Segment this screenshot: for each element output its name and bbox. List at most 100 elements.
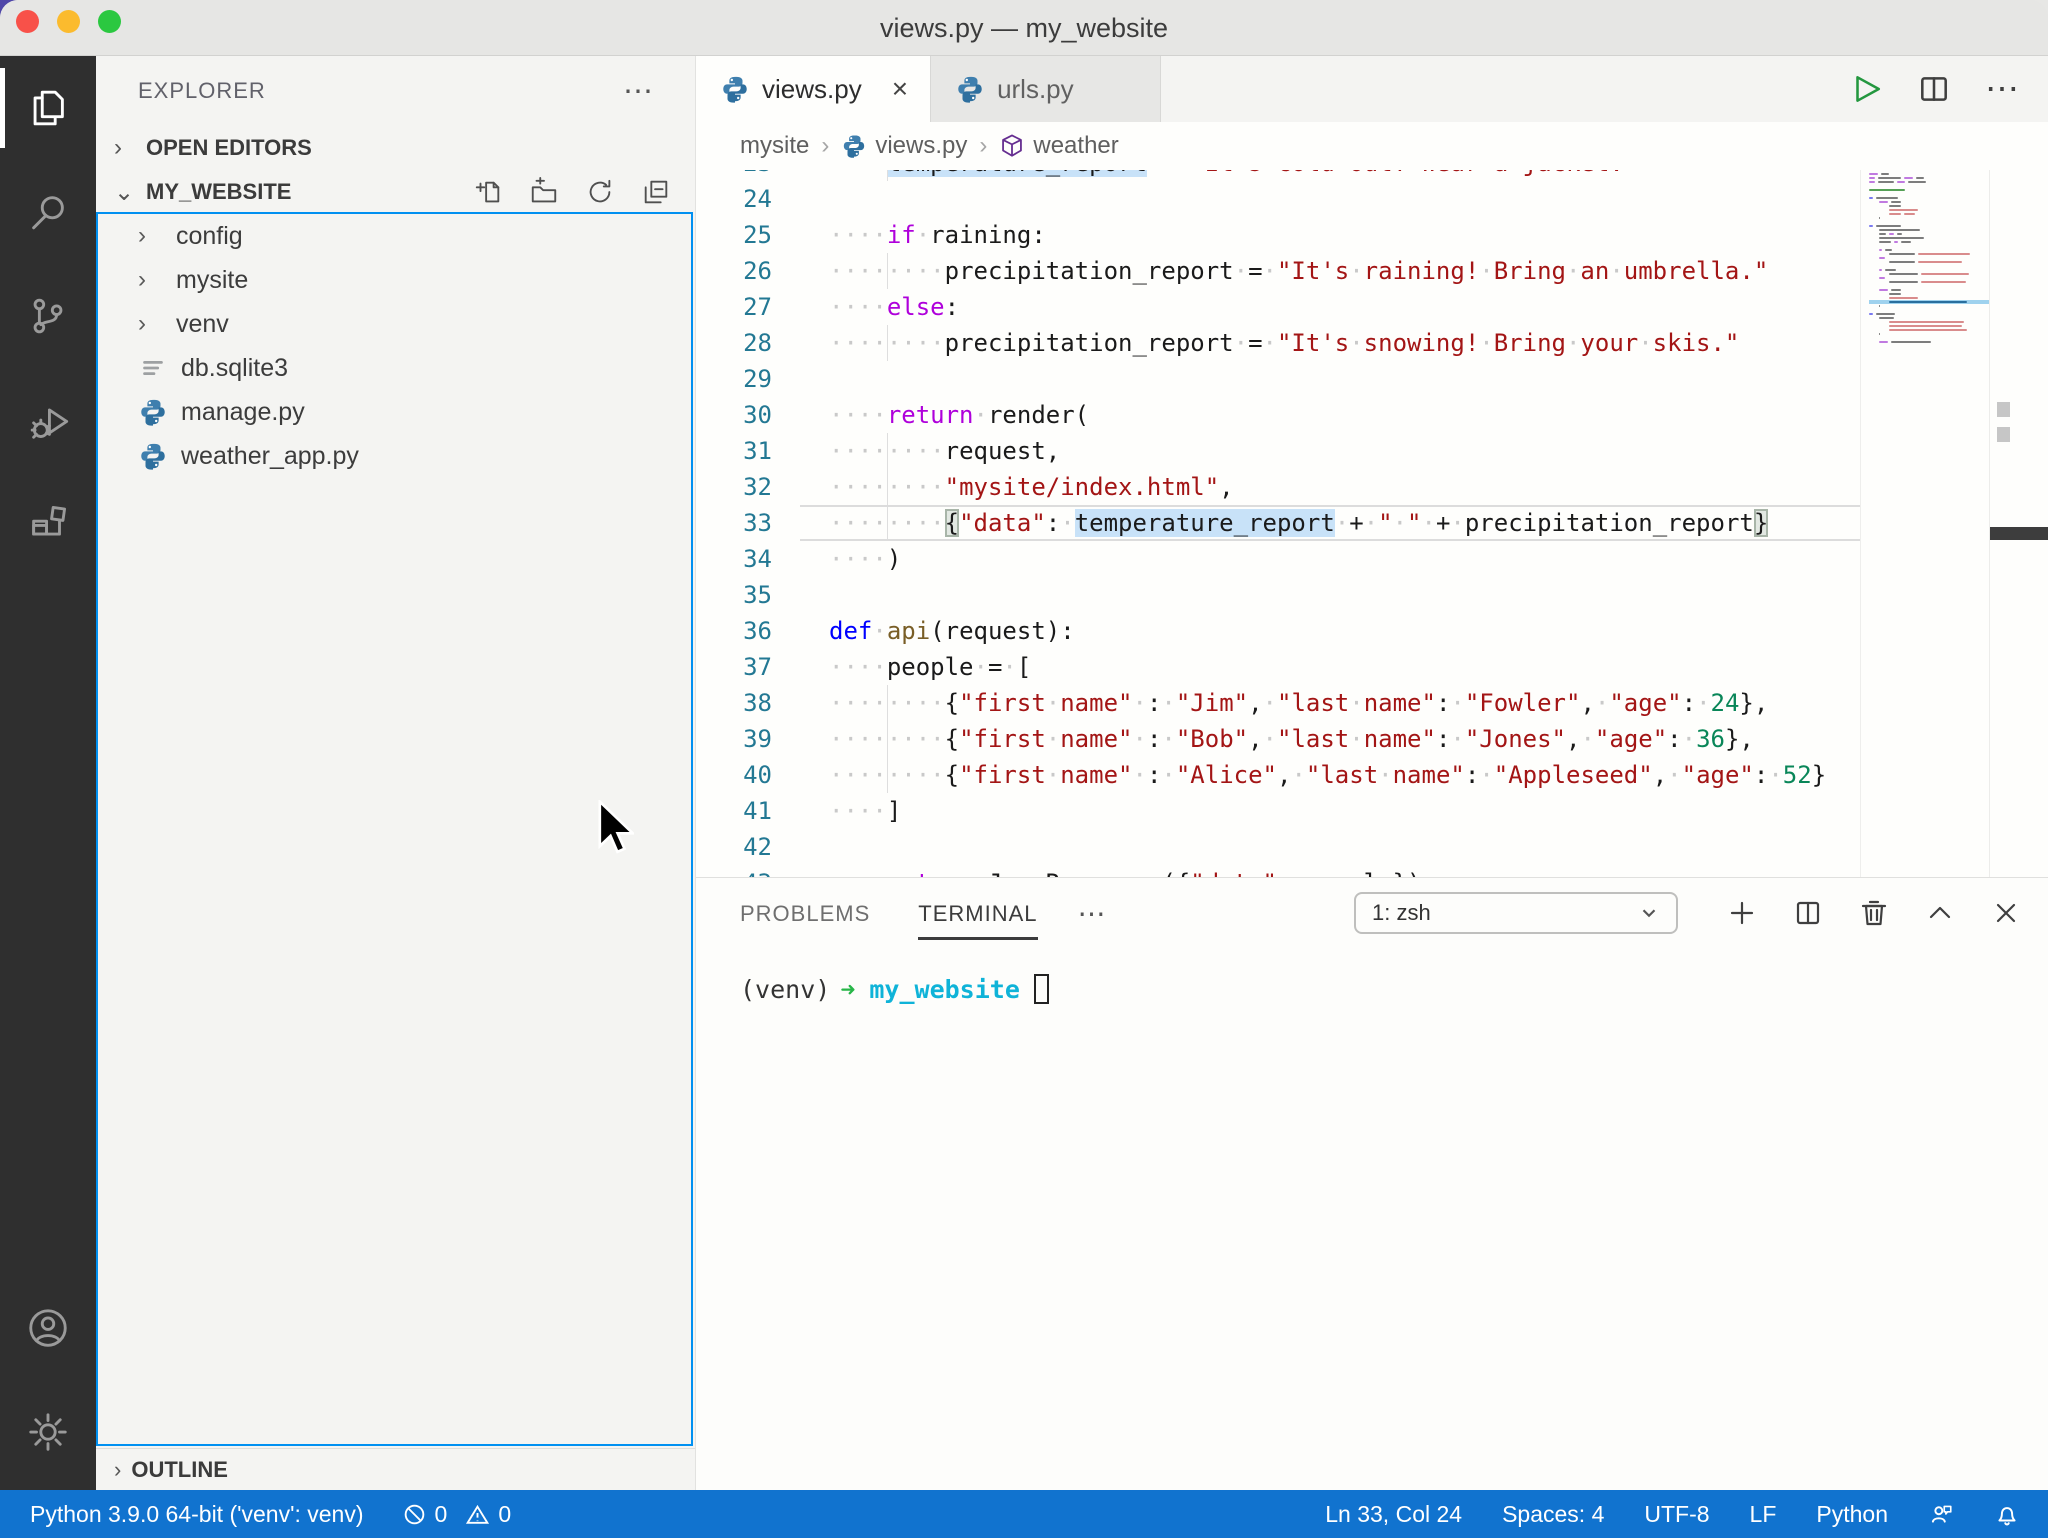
tree-item-db.sqlite3[interactable]: db.sqlite3 xyxy=(98,346,691,390)
status-item[interactable]: Python xyxy=(1816,1501,1888,1528)
line-number[interactable]: 24 xyxy=(696,181,800,217)
account-button[interactable] xyxy=(0,1276,96,1380)
line-number[interactable]: 34 xyxy=(696,541,800,577)
more-actions-button[interactable]: ⋯ xyxy=(1985,69,2022,109)
feedback-button[interactable] xyxy=(1928,1501,1954,1527)
titlebar[interactable]: views.py — my_website xyxy=(0,0,2048,56)
notifications-button[interactable] xyxy=(1994,1501,2020,1527)
terminal-shell-select[interactable]: 1: zsh xyxy=(1354,892,1678,934)
code-line-23[interactable]: 23····temperature_report·=·"It's·cold·ou… xyxy=(696,170,1860,181)
code-line-38[interactable]: 38········{"first·name"·:·"Jim",·"last·n… xyxy=(696,685,1860,721)
line-number[interactable]: 27 xyxy=(696,289,800,325)
code-token: def xyxy=(829,617,872,645)
line-number[interactable]: 37 xyxy=(696,649,800,685)
tree-item-mysite[interactable]: ›mysite xyxy=(98,258,691,302)
minimap[interactable] xyxy=(1860,170,1989,877)
sidebar-item-run-debug[interactable] xyxy=(0,368,96,472)
code-view[interactable]: 23····temperature_report·=·"It's·cold·ou… xyxy=(696,170,1860,877)
open-editors-section[interactable]: › OPEN EDITORS xyxy=(96,126,695,170)
sidebar-item-explorer[interactable] xyxy=(0,56,96,160)
status-item[interactable]: LF xyxy=(1750,1501,1777,1528)
breadcrumb-item-views.py[interactable]: views.py xyxy=(841,132,967,160)
line-number[interactable]: 28 xyxy=(696,325,800,361)
workspace-section[interactable]: ⌄ MY_WEBSITE xyxy=(96,170,695,214)
line-number[interactable]: 35 xyxy=(696,577,800,613)
code-line-39[interactable]: 39········{"first·name"·:·"Bob",·"last·n… xyxy=(696,721,1860,757)
terminal[interactable]: (venv) ➜ my_website xyxy=(740,974,1049,1004)
line-number[interactable]: 40 xyxy=(696,757,800,793)
code-line-31[interactable]: 31········request, xyxy=(696,433,1860,469)
tree-item-weather_app.py[interactable]: weather_app.py xyxy=(98,434,691,478)
code-line-30[interactable]: 30····return·render( xyxy=(696,397,1860,433)
code-line-33[interactable]: 33········{"data":·temperature_report·+·… xyxy=(696,505,1860,541)
close-panel-icon[interactable] xyxy=(1990,897,2022,929)
tab-urls.py[interactable]: urls.py xyxy=(931,56,1161,122)
status-item[interactable]: Ln 33, Col 24 xyxy=(1325,1501,1462,1528)
panel-tab-problems[interactable]: PROBLEMS xyxy=(740,887,870,940)
line-number[interactable]: 36 xyxy=(696,613,800,649)
code-line-25[interactable]: 25····if·raining: xyxy=(696,217,1860,253)
maximize-panel-icon[interactable] xyxy=(1924,897,1956,929)
line-number[interactable]: 31 xyxy=(696,433,800,469)
split-editor-button[interactable] xyxy=(1917,72,1951,106)
sidebar-item-extensions[interactable] xyxy=(0,472,96,576)
split-terminal-icon[interactable] xyxy=(1792,897,1824,929)
explorer-more-actions-button[interactable]: ⋯ xyxy=(623,74,655,109)
line-number[interactable]: 26 xyxy=(696,253,800,289)
code-line-29[interactable]: 29 xyxy=(696,361,1860,397)
line-number[interactable]: 30 xyxy=(696,397,800,433)
line-number[interactable]: 29 xyxy=(696,361,800,397)
code-line-28[interactable]: 28········precipitation_report·=·"It's·s… xyxy=(696,325,1860,361)
minimize-window-button[interactable] xyxy=(57,10,80,33)
collapse-all-icon[interactable] xyxy=(641,177,671,207)
line-number[interactable]: 33 xyxy=(696,505,800,541)
breadcrumb-item-mysite[interactable]: mysite xyxy=(740,132,809,160)
code-line-24[interactable]: 24 xyxy=(696,181,1860,217)
panel-more-actions-button[interactable]: ⋯ xyxy=(1078,897,1108,930)
new-terminal-icon[interactable] xyxy=(1726,897,1758,929)
line-number[interactable]: 38 xyxy=(696,685,800,721)
panel-tab-terminal[interactable]: TERMINAL xyxy=(918,887,1037,940)
code-line-37[interactable]: 37····people·=·[ xyxy=(696,649,1860,685)
status-item[interactable]: Spaces: 4 xyxy=(1502,1501,1604,1528)
code-line-27[interactable]: 27····else: xyxy=(696,289,1860,325)
kill-terminal-icon[interactable] xyxy=(1858,897,1890,929)
tree-item-manage.py[interactable]: manage.py xyxy=(98,390,691,434)
code-line-41[interactable]: 41····] xyxy=(696,793,1860,829)
overview-ruler[interactable] xyxy=(1989,170,2048,877)
tree-item-venv[interactable]: ›venv xyxy=(98,302,691,346)
code-line-42[interactable]: 42 xyxy=(696,829,1860,865)
code-line-32[interactable]: 32········"mysite/index.html", xyxy=(696,469,1860,505)
close-window-button[interactable] xyxy=(16,10,39,33)
sidebar-item-source-control[interactable] xyxy=(0,264,96,368)
code-editor[interactable]: 23····temperature_report·=·"It's·cold·ou… xyxy=(696,170,2048,877)
line-number[interactable]: 39 xyxy=(696,721,800,757)
code-line-34[interactable]: 34····) xyxy=(696,541,1860,577)
code-line-43[interactable]: 43····return·JsonResponse({"data":·peopl… xyxy=(696,865,1860,877)
refresh-icon[interactable] xyxy=(585,177,615,207)
breadcrumb-item-weather[interactable]: weather xyxy=(999,132,1118,160)
settings-button[interactable] xyxy=(0,1380,96,1484)
code-line-36[interactable]: 36def·api(request): xyxy=(696,613,1860,649)
tree-item-config[interactable]: ›config xyxy=(98,214,691,258)
code-line-26[interactable]: 26········precipitation_report·=·"It's·r… xyxy=(696,253,1860,289)
new-folder-icon[interactable] xyxy=(529,177,559,207)
new-file-icon[interactable] xyxy=(473,177,503,207)
zoom-window-button[interactable] xyxy=(98,10,121,33)
tab-views.py[interactable]: views.py× xyxy=(696,56,931,122)
outline-section[interactable]: › OUTLINE xyxy=(96,1448,695,1490)
code-line-35[interactable]: 35 xyxy=(696,577,1860,613)
problems-status[interactable]: 0 0 xyxy=(402,1501,512,1528)
close-tab-icon[interactable]: × xyxy=(892,73,908,105)
run-python-file-button[interactable] xyxy=(1849,72,1883,106)
line-number[interactable]: 25 xyxy=(696,217,800,253)
python-interpreter-status[interactable]: Python 3.9.0 64-bit ('venv': venv) xyxy=(30,1501,364,1528)
line-number[interactable]: 32 xyxy=(696,469,800,505)
code-line-40[interactable]: 40········{"first·name"·:·"Alice",·"last… xyxy=(696,757,1860,793)
line-number[interactable]: 42 xyxy=(696,829,800,865)
line-number[interactable]: 41 xyxy=(696,793,800,829)
status-item[interactable]: UTF-8 xyxy=(1644,1501,1709,1528)
sidebar-item-search[interactable] xyxy=(0,160,96,264)
line-number[interactable]: 23 xyxy=(696,170,800,181)
line-number[interactable]: 43 xyxy=(696,865,800,877)
